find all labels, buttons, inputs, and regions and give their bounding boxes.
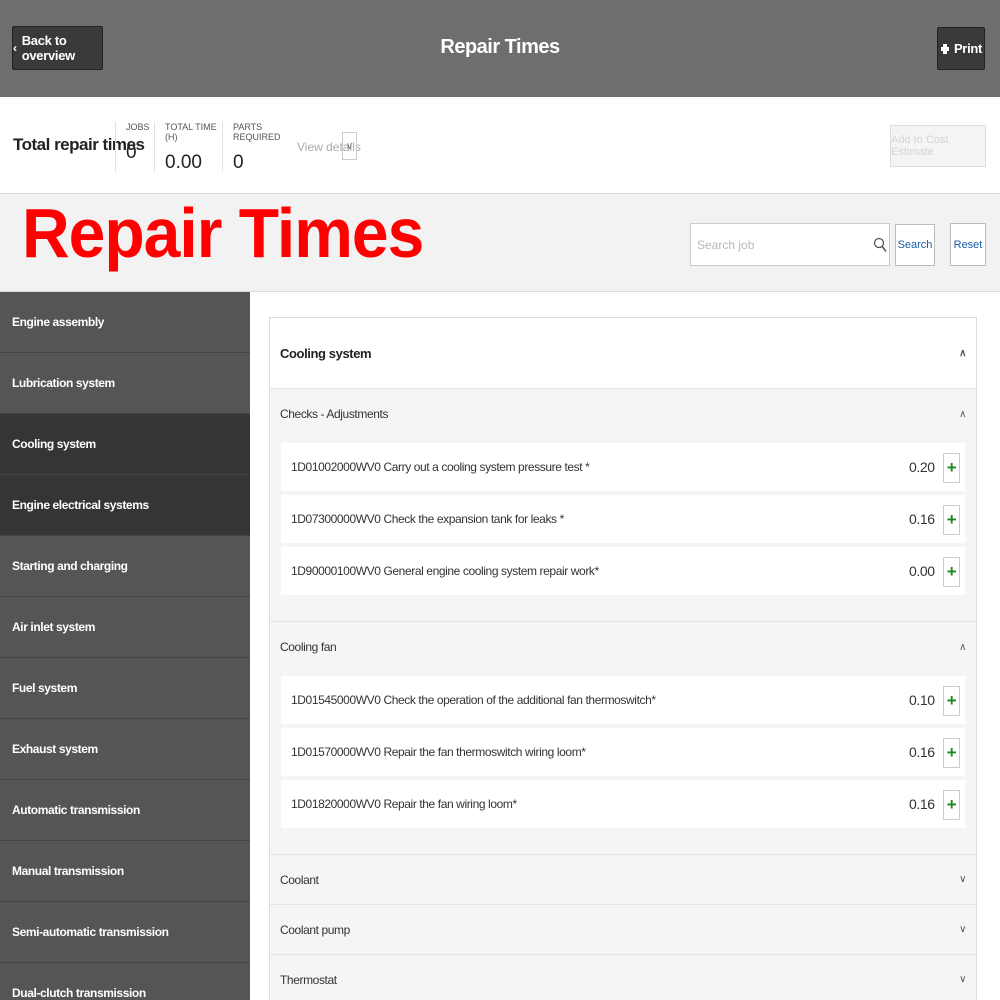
job-time: 0.00 bbox=[909, 563, 935, 579]
page-title: Repair Times bbox=[440, 36, 560, 58]
sidebar-item-engine-electrical-systems[interactable]: Engine electrical systems bbox=[0, 475, 250, 536]
chevron-down-icon: ∨ bbox=[959, 924, 966, 935]
job-row: 1D01570000WV0 Repair the fan thermoswitc… bbox=[281, 728, 965, 776]
plus-icon: + bbox=[946, 743, 957, 762]
sidebar-item-starting-and-charging[interactable]: Starting and charging bbox=[0, 536, 250, 597]
printer-icon bbox=[940, 43, 949, 54]
jobs-value: 0 bbox=[126, 142, 137, 163]
add-job-button[interactable]: + bbox=[943, 738, 960, 768]
sidebar-item-engine-assembly[interactable]: Engine assembly bbox=[0, 292, 250, 353]
jobs-stat: JOBS 0 bbox=[115, 122, 153, 172]
job-row: 1D90000100WV0 General engine cooling sys… bbox=[281, 547, 965, 595]
plus-icon: + bbox=[946, 458, 957, 477]
group-header[interactable]: Checks - Adjustments ∧ bbox=[270, 389, 976, 439]
add-job-button[interactable]: + bbox=[943, 505, 960, 535]
job-label: 1D01545000WV0 Check the operation of the… bbox=[291, 693, 656, 707]
add-job-button[interactable]: + bbox=[943, 686, 960, 716]
group-title: Coolant bbox=[280, 872, 319, 887]
group-title: Coolant pump bbox=[280, 922, 350, 937]
sidebar-item-dual-clutch-transmission[interactable]: Dual-clutch transmission bbox=[0, 963, 250, 1000]
add-to-cost-estimate-button[interactable]: Add to Cost Estimate bbox=[890, 125, 986, 167]
summary-bar: Total repair times JOBS 0 TOTAL TIME (H)… bbox=[0, 97, 1000, 194]
total-time-value: 0.00 bbox=[165, 152, 202, 173]
chevron-down-icon: ∨ bbox=[345, 140, 354, 152]
plus-icon: + bbox=[946, 795, 957, 814]
repair-times-overlay-label: Repair Times bbox=[22, 193, 424, 272]
category-sidebar: Engine assembly Lubrication system Cooli… bbox=[0, 292, 250, 1000]
print-button[interactable]: Print bbox=[937, 27, 985, 70]
panel-header[interactable]: Cooling system ∧ bbox=[270, 318, 976, 389]
job-row: 1D01545000WV0 Check the operation of the… bbox=[281, 676, 965, 724]
group-coolant[interactable]: Coolant ∨ bbox=[270, 855, 976, 905]
chevron-up-icon: ∧ bbox=[959, 408, 966, 420]
group-cooling-fan: Cooling fan ∧ 1D01545000WV0 Check the op… bbox=[270, 622, 976, 855]
sidebar-item-air-inlet-system[interactable]: Air inlet system bbox=[0, 597, 250, 658]
panel-title: Cooling system bbox=[280, 345, 372, 361]
plus-icon: + bbox=[946, 510, 957, 529]
sidebar-item-semi-automatic-transmission[interactable]: Semi-automatic transmission bbox=[0, 902, 250, 963]
job-time: 0.10 bbox=[909, 692, 935, 708]
chevron-up-icon: ∧ bbox=[959, 641, 966, 653]
total-time-stat: TOTAL TIME (H) 0.00 bbox=[154, 122, 222, 173]
cooling-system-panel: Cooling system ∧ Checks - Adjustments ∧ … bbox=[269, 317, 977, 1000]
job-time: 0.16 bbox=[909, 511, 935, 527]
sidebar-item-manual-transmission[interactable]: Manual transmission bbox=[0, 841, 250, 902]
group-header[interactable]: Cooling fan ∧ bbox=[270, 622, 976, 672]
group-checks-adjustments: Checks - Adjustments ∧ 1D01002000WV0 Car… bbox=[270, 389, 976, 622]
job-time: 0.20 bbox=[909, 459, 935, 475]
sidebar-item-cooling-system[interactable]: Cooling system bbox=[0, 414, 250, 475]
search-icon bbox=[873, 237, 887, 252]
job-time: 0.16 bbox=[909, 744, 935, 760]
group-title: Thermostat bbox=[280, 972, 337, 987]
jobs-label: JOBS bbox=[126, 122, 150, 132]
sidebar-item-automatic-transmission[interactable]: Automatic transmission bbox=[0, 780, 250, 841]
job-row: 1D01002000WV0 Carry out a cooling system… bbox=[281, 443, 965, 491]
job-label: 1D90000100WV0 General engine cooling sys… bbox=[291, 564, 599, 578]
sidebar-item-lubrication-system[interactable]: Lubrication system bbox=[0, 353, 250, 414]
group-thermostat[interactable]: Thermostat ∨ bbox=[270, 955, 976, 1000]
plus-icon: + bbox=[946, 691, 957, 710]
add-job-button[interactable]: + bbox=[943, 557, 960, 587]
view-details-toggle[interactable]: ∨ bbox=[342, 132, 357, 160]
search-button[interactable]: Search bbox=[895, 224, 935, 266]
main-content: Cooling system ∧ Checks - Adjustments ∧ … bbox=[250, 292, 1000, 1000]
sidebar-item-fuel-system[interactable]: Fuel system bbox=[0, 658, 250, 719]
plus-icon: + bbox=[946, 562, 957, 581]
job-row: 1D01820000WV0 Repair the fan wiring loom… bbox=[281, 780, 965, 828]
group-title: Cooling fan bbox=[280, 640, 337, 654]
top-bar: ‹ Back to overview Repair Times Print bbox=[0, 0, 1000, 97]
add-job-button[interactable]: + bbox=[943, 790, 960, 820]
job-label: 1D07300000WV0 Check the expansion tank f… bbox=[291, 512, 564, 526]
job-row: 1D07300000WV0 Check the expansion tank f… bbox=[281, 495, 965, 543]
group-coolant-pump[interactable]: Coolant pump ∨ bbox=[270, 905, 976, 955]
chevron-down-icon: ∨ bbox=[959, 874, 966, 885]
total-time-label: TOTAL TIME (H) bbox=[165, 122, 217, 142]
add-job-button[interactable]: + bbox=[943, 453, 960, 483]
sidebar-item-exhaust-system[interactable]: Exhaust system bbox=[0, 719, 250, 780]
search-field[interactable] bbox=[690, 223, 890, 266]
parts-required-value: 0 bbox=[233, 152, 244, 173]
job-time: 0.16 bbox=[909, 796, 935, 812]
search-input[interactable] bbox=[691, 224, 861, 265]
group-title: Checks - Adjustments bbox=[280, 407, 389, 421]
job-label: 1D01002000WV0 Carry out a cooling system… bbox=[291, 460, 590, 474]
print-button-label: Print bbox=[953, 41, 983, 56]
job-label: 1D01820000WV0 Repair the fan wiring loom… bbox=[291, 797, 517, 811]
chevron-down-icon: ∨ bbox=[959, 974, 966, 985]
reset-button[interactable]: Reset bbox=[950, 223, 986, 266]
parts-required-label: PARTS REQUIRED bbox=[233, 122, 281, 142]
chevron-up-icon: ∧ bbox=[959, 347, 966, 359]
parts-required-stat: PARTS REQUIRED 0 bbox=[222, 122, 292, 173]
job-label: 1D01570000WV0 Repair the fan thermoswitc… bbox=[291, 745, 586, 759]
